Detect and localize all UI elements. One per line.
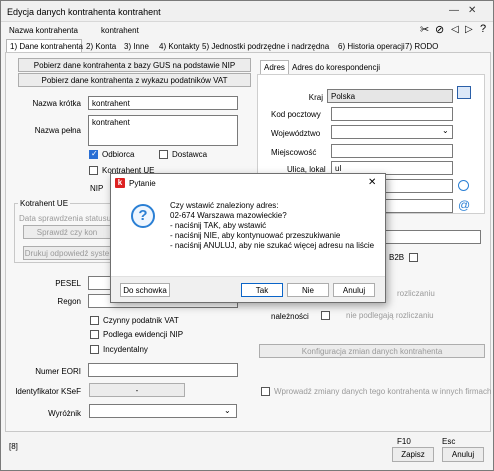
tab-historia[interactable]: 6) Historia operacji: [338, 39, 405, 53]
chevron-down-icon: ⌄: [224, 406, 231, 415]
extra-right-input[interactable]: [381, 230, 481, 244]
voivodeship-select[interactable]: [331, 125, 453, 139]
apply-other-firms-label: Wprowadź zmiany danych tego kontrahenta …: [274, 387, 492, 396]
scissors-icon[interactable]: ✂: [420, 23, 429, 36]
incidental-checkbox[interactable]: [90, 345, 99, 354]
active-vat-label: Czynny podatnik VAT: [103, 316, 179, 325]
nip-register-checkbox[interactable]: [90, 330, 99, 339]
tab-jednostki[interactable]: 5) Jednostki podrzędne i nadrzędna: [202, 39, 329, 53]
full-name-input[interactable]: kontrahent: [88, 115, 238, 146]
dialog-title-bar: k Pytanie ✕: [111, 174, 385, 192]
receivables-label: należności: [271, 312, 309, 321]
street-extra-input[interactable]: [381, 179, 453, 193]
dialog-message: Czy wstawić znaleziony adres: 02-674 War…: [170, 201, 375, 250]
tab-adres-koresp[interactable]: Adres do korespondencji: [292, 60, 380, 74]
wyroznik-select[interactable]: [89, 404, 237, 418]
record-indicator: [8]: [9, 442, 18, 451]
full-name-label: Nazwa pełna: [34, 126, 81, 135]
ksef-button[interactable]: -: [89, 383, 185, 397]
configure-changes-button[interactable]: Konfiguracja zmian danych kontrahenta: [259, 344, 485, 358]
edit-contractor-window: Edycja danych kontrahenta kontrahent — ✕…: [0, 0, 494, 471]
country-label: Kraj: [308, 93, 323, 102]
print-response-button[interactable]: Drukuj odpowiedź syste: [23, 246, 111, 260]
odbiorca-label: Odbiorca: [102, 150, 135, 159]
b2b-label: B2B: [389, 253, 405, 262]
apply-other-firms-checkbox[interactable]: [261, 387, 270, 396]
eori-input[interactable]: [88, 363, 238, 377]
title-bar: Edycja danych kontrahenta kontrahent — ✕: [1, 1, 493, 22]
tab-konta[interactable]: 2) Konta: [86, 39, 116, 53]
ksef-label: Identyfikator KSeF: [15, 387, 81, 396]
country-input[interactable]: Polska: [327, 89, 453, 103]
postal-code-input[interactable]: [331, 107, 453, 121]
odbiorca-checkbox[interactable]: [89, 149, 98, 159]
voivodeship-label: Województwo: [271, 129, 321, 138]
cancel-button[interactable]: Anuluj: [442, 447, 484, 462]
dialog-button-bar: Do schowka Tak Nie Anuluj: [111, 276, 385, 302]
b2b-checkbox[interactable]: [409, 253, 418, 262]
dostawca-checkbox[interactable]: [159, 150, 168, 159]
ue-check-date-label: Data sprawdzenia statusu: [19, 214, 112, 223]
email-input[interactable]: [381, 199, 453, 213]
dialog-title: Pytanie: [129, 179, 156, 188]
esc-hint: Esc: [442, 437, 456, 446]
no-button[interactable]: Nie: [287, 283, 329, 297]
city-label: Miejscowość: [271, 148, 317, 157]
dostawca-label: Dostawca: [172, 150, 208, 159]
not-settled-checkbox[interactable]: [321, 311, 330, 320]
dialog-close-icon[interactable]: ✕: [368, 177, 376, 188]
check-vies-button[interactable]: Sprawdź czy kon: [23, 225, 111, 239]
fetch-gus-button[interactable]: Pobierz dane kontrahenta z bazy GUS na p…: [18, 58, 251, 72]
eori-label: Numer EORI: [35, 367, 81, 376]
question-icon: ?: [131, 204, 155, 228]
help-icon[interactable]: ?: [480, 23, 486, 35]
yes-button[interactable]: Tak: [241, 283, 283, 297]
globe-icon[interactable]: [458, 180, 469, 191]
short-name-input[interactable]: kontrahent: [88, 96, 238, 110]
attachment-icon[interactable]: ⊘: [435, 23, 444, 36]
settlement-label: rozliczaniu: [397, 289, 435, 298]
contractor-name-value: kontrahent: [101, 26, 139, 35]
copy-to-clipboard-button[interactable]: Do schowka: [120, 283, 170, 297]
question-dialog: k Pytanie ✕ ? Czy wstawić znaleziony adr…: [110, 173, 386, 303]
app-logo-icon: k: [115, 178, 125, 188]
tab-dane-kontrahenta[interactable]: 1) Dane kontrahenta: [6, 39, 83, 53]
tab-kontakty[interactable]: 4) Kontakty: [159, 39, 199, 53]
pesel-label: PESEL: [55, 279, 81, 288]
not-settled-label: nie podlegają rozliczaniu: [346, 311, 434, 320]
dialog-cancel-button[interactable]: Anuluj: [333, 283, 375, 297]
prev-record-icon[interactable]: ◁: [451, 24, 459, 35]
active-vat-checkbox[interactable]: [90, 316, 99, 325]
short-name-label: Nazwa krótka: [32, 99, 81, 108]
nip-label: NIP: [90, 184, 104, 193]
wyroznik-label: Wyróżnik: [48, 409, 81, 418]
email-icon[interactable]: @: [458, 198, 470, 212]
kontrahent-ue-checkbox[interactable]: [89, 166, 98, 175]
tab-rodo[interactable]: 7) RODO: [405, 39, 438, 53]
contractor-name-label: Nazwa kontrahenta: [9, 26, 78, 35]
window-title: Edycja danych kontrahenta kontrahent: [7, 7, 161, 17]
postal-code-label: Kod pocztowy: [271, 110, 321, 119]
country-list-icon[interactable]: [457, 86, 471, 99]
regon-label: Regon: [57, 297, 81, 306]
save-button[interactable]: Zapisz: [392, 447, 434, 462]
voivodeship-chevron-icon: ⌄: [442, 126, 449, 135]
ue-group-label: Kotrahent UE: [18, 199, 71, 208]
minimize-icon[interactable]: —: [449, 5, 459, 16]
city-input[interactable]: [331, 144, 453, 158]
fetch-vat-button[interactable]: Pobierz dane kontrahenta z wykazu podatn…: [18, 73, 251, 87]
incidental-label: Incydentalny: [103, 345, 148, 354]
tab-adres[interactable]: Adres: [260, 60, 289, 74]
close-icon[interactable]: ✕: [468, 5, 476, 16]
next-record-icon[interactable]: ▷: [465, 24, 473, 35]
tab-inne[interactable]: 3) Inne: [124, 39, 149, 53]
f10-hint: F10: [397, 437, 411, 446]
nip-register-label: Podlega ewidencji NIP: [103, 330, 184, 339]
